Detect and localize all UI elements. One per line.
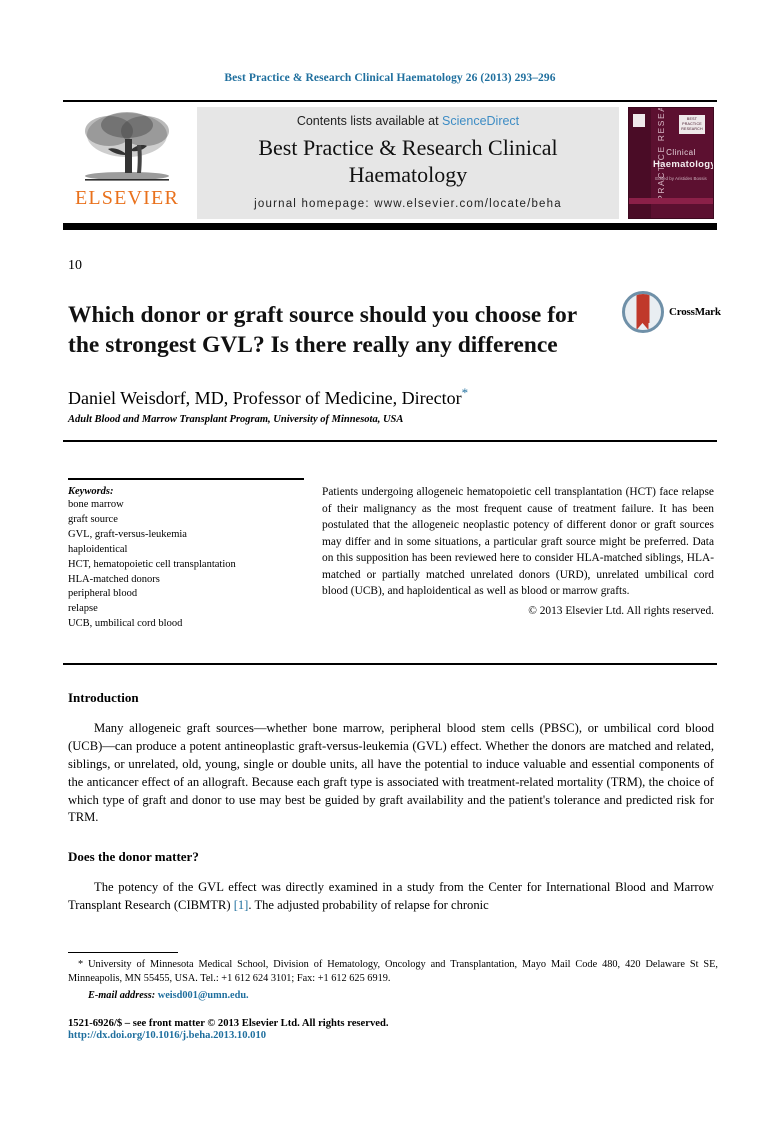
contents-prefix: Contents lists available at <box>296 114 443 128</box>
crossmark-badge[interactable]: CrossMark <box>622 288 722 336</box>
abstract-text: Patients undergoing allogeneic hematopoi… <box>322 486 714 598</box>
keywords-top-rule <box>68 478 304 480</box>
corresponding-author-marker[interactable]: * <box>462 385 469 400</box>
keyword-item: UCB, umbilical cord blood <box>68 618 183 630</box>
masthead-top-rule <box>63 100 717 102</box>
contents-list-line: Contents lists available at ScienceDirec… <box>297 114 519 128</box>
cover-color-band <box>629 198 713 204</box>
cover-badge: BEST PRACTICE RESEARCH <box>679 115 705 134</box>
cover-image: PRACTICE RESEARCH BEST PRACTICE RESEARCH… <box>628 107 714 219</box>
elsevier-logo: ELSEVIER <box>63 107 191 219</box>
keywords-block: Keywords: bone marrow graft source GVL, … <box>68 478 304 632</box>
divider-under-author <box>63 440 717 442</box>
keyword-item: relapse <box>68 603 98 615</box>
keyword-item: HCT, hematopoietic cell transplantation <box>68 558 236 570</box>
abstract-block: Patients undergoing allogeneic hematopoi… <box>322 478 714 632</box>
reference-link-1[interactable]: [1] <box>234 898 249 912</box>
journal-cover-thumbnail: PRACTICE RESEARCH BEST PRACTICE RESEARCH… <box>625 107 717 219</box>
author-affiliation: Adult Blood and Marrow Transplant Progra… <box>68 414 404 425</box>
footnote-area: * University of Minnesota Medical School… <box>68 958 718 1001</box>
article-first-page: Best Practice & Research Clinical Haemat… <box>0 0 780 1134</box>
section-heading-introduction: Introduction <box>68 690 139 705</box>
keyword-item: peripheral blood <box>68 588 138 600</box>
keyword-item: GVL, graft-versus-leukemia <box>68 528 187 540</box>
section-heading-donor-matter: Does the donor matter? <box>68 849 199 865</box>
keyword-item: haploidentical <box>68 543 128 555</box>
doi-link[interactable]: http://dx.doi.org/10.1016/j.beha.2013.10… <box>68 1030 718 1041</box>
cover-title-line-2: Haematology <box>653 159 714 170</box>
author-text: Daniel Weisdorf, MD, Professor of Medici… <box>68 388 462 408</box>
keyword-item: HLA-matched donors <box>68 573 160 585</box>
crossmark-ribbon-icon <box>636 294 650 330</box>
title-area: Which donor or graft source should you c… <box>68 284 608 376</box>
keyword-item: bone marrow <box>68 499 124 510</box>
journal-homepage-link[interactable]: journal homepage: www.elsevier.com/locat… <box>254 198 562 210</box>
journal-title-line-2: Haematology <box>348 161 468 187</box>
footnote-rule <box>68 952 178 953</box>
cover-title-line-1: Clinical <box>666 148 696 157</box>
email-label: E-mail address: <box>88 989 156 1001</box>
paragraph-introduction: Many allogeneic graft sources—whether bo… <box>68 721 714 825</box>
email-link[interactable]: weisd001@umn.edu. <box>158 990 249 1001</box>
divider-under-abstract <box>63 663 717 665</box>
abstract-copyright: © 2013 Elsevier Ltd. All rights reserved… <box>528 604 714 617</box>
issn-copyright-line: 1521-6926/$ – see front matter © 2013 El… <box>68 1018 389 1029</box>
masthead-bottom-rule <box>63 223 717 230</box>
paragraph-text-part2: . The adjusted probability of relapse fo… <box>248 898 489 913</box>
imprint-area: 1521-6926/$ – see front matter © 2013 El… <box>68 1018 718 1041</box>
page-title: Which donor or graft source should you c… <box>68 301 577 358</box>
email-footnote: E-mail address: weisd001@umn.edu. <box>68 990 718 1001</box>
journal-masthead: ELSEVIER Contents lists available at Sci… <box>63 100 717 230</box>
sciencedirect-link[interactable]: ScienceDirect <box>442 114 519 128</box>
elsevier-tree-icon <box>75 109 179 187</box>
masthead-body: ELSEVIER Contents lists available at Sci… <box>63 107 717 219</box>
abstract-section: Keywords: bone marrow graft source GVL, … <box>68 478 714 632</box>
corresponding-author-footnote: * University of Minnesota Medical School… <box>68 959 718 985</box>
journal-info-box: Contents lists available at ScienceDirec… <box>197 107 619 219</box>
cover-editor-text: Edited by Aristides Bossis <box>655 176 707 181</box>
journal-title-line-1: Best Practice & Research Clinical <box>258 135 558 160</box>
crossmark-label: CrossMark <box>669 306 721 318</box>
chapter-number: 10 <box>68 258 82 273</box>
article-body: Introduction Many allogeneic graft sourc… <box>68 690 714 915</box>
keywords-heading: Keywords: <box>68 486 114 497</box>
author-name: Daniel Weisdorf, MD, Professor of Medici… <box>68 385 468 409</box>
elsevier-wordmark: ELSEVIER <box>74 187 180 209</box>
crossmark-icon <box>622 291 664 333</box>
paragraph-donor-matter: The potency of the GVL effect was direct… <box>68 879 714 915</box>
keyword-item: graft source <box>68 513 118 525</box>
running-head: Best Practice & Research Clinical Haemat… <box>224 72 556 84</box>
cover-elsevier-mark-icon <box>633 114 645 127</box>
journal-title: Best Practice & Research Clinical Haemat… <box>258 135 557 189</box>
